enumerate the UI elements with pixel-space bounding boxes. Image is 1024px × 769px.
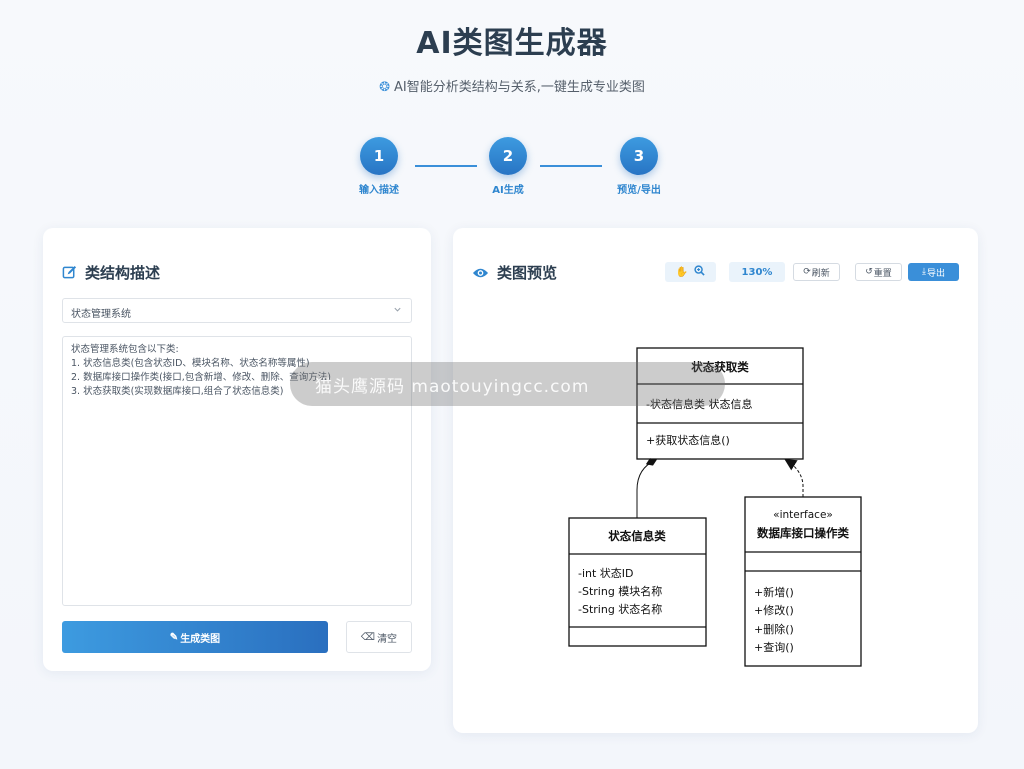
generate-label: 生成类图 <box>180 633 221 645</box>
class-attribute: -String 状态名称 <box>578 602 662 616</box>
description-panel-header: 类结构描述 <box>62 262 160 283</box>
class-stereotype: «interface» <box>773 509 833 521</box>
class-name: 状态信息类 <box>608 529 666 543</box>
step-1: 1 输入描述 <box>339 137 419 196</box>
step-label: AI生成 <box>492 185 524 196</box>
step-label: 输入描述 <box>359 185 399 196</box>
subtitle-text: AI智能分析类结构与关系,一键生成专业类图 <box>394 80 645 95</box>
class-name: 数据库接口操作类 <box>757 526 849 540</box>
eraser-icon: ⌫ <box>360 631 376 643</box>
class-diagram: 状态获取类 -状态信息类 状态信息 +获取状态信息() 状态信息类 -int 状… <box>568 347 862 667</box>
step-number: 2 <box>489 137 527 175</box>
stepper: 1 输入描述 2 AI生成 3 预览/导出 <box>0 137 1024 207</box>
step-3: 3 预览/导出 <box>599 137 679 196</box>
class-attribute: -int 状态ID <box>578 566 634 580</box>
class-method: +删除() <box>754 622 794 636</box>
page-title: AI类图生成器 <box>416 26 608 61</box>
clear-button[interactable]: ⌫ 清空 <box>346 621 412 653</box>
description-panel: 类结构描述 状态管理系统 状态管理系统包含以下类: 1. 状态信息类(包含状态I… <box>43 228 431 671</box>
watermark: 猫头鹰源码 maotouyingcc.com <box>290 362 725 406</box>
step-number: 1 <box>360 137 398 175</box>
chevron-down-icon <box>393 305 402 317</box>
edit-icon <box>62 265 77 280</box>
pencil-icon: ✎ <box>169 631 179 643</box>
class-box-db-interface[interactable]: «interface» 数据库接口操作类 +新增() +修改() +删除() +… <box>744 496 862 667</box>
step-number: 3 <box>620 137 658 175</box>
system-select-value: 状态管理系统 <box>71 309 131 320</box>
clear-label: 清空 <box>377 633 398 645</box>
class-box-state-info[interactable]: 状态信息类 -int 状态ID -String 模块名称 -String 状态名… <box>568 517 707 647</box>
brain-icon: ❂ <box>379 80 391 95</box>
class-method: +新增() <box>754 585 794 599</box>
class-method: +查询() <box>754 640 794 654</box>
step-connector <box>540 165 602 167</box>
preview-panel: 类图预览 ✋ 130% ⟳ 刷新 ↺ 重置 ⤓ 导出 状态获取类 -状态信息类 … <box>453 228 978 733</box>
description-panel-title: 类结构描述 <box>85 264 161 282</box>
composition-arrow <box>636 458 657 518</box>
page-subtitle: ❂ AI智能分析类结构与关系,一键生成专业类图 <box>0 76 1024 95</box>
step-label: 预览/导出 <box>617 185 661 196</box>
generate-button[interactable]: ✎ 生成类图 <box>62 621 328 653</box>
system-select[interactable]: 状态管理系统 <box>62 298 412 323</box>
step-2: 2 AI生成 <box>468 137 548 196</box>
class-method: +获取状态信息() <box>646 433 730 447</box>
realization-arrow <box>784 458 804 497</box>
class-method: +修改() <box>754 603 794 617</box>
class-attribute: -String 模块名称 <box>578 584 662 598</box>
